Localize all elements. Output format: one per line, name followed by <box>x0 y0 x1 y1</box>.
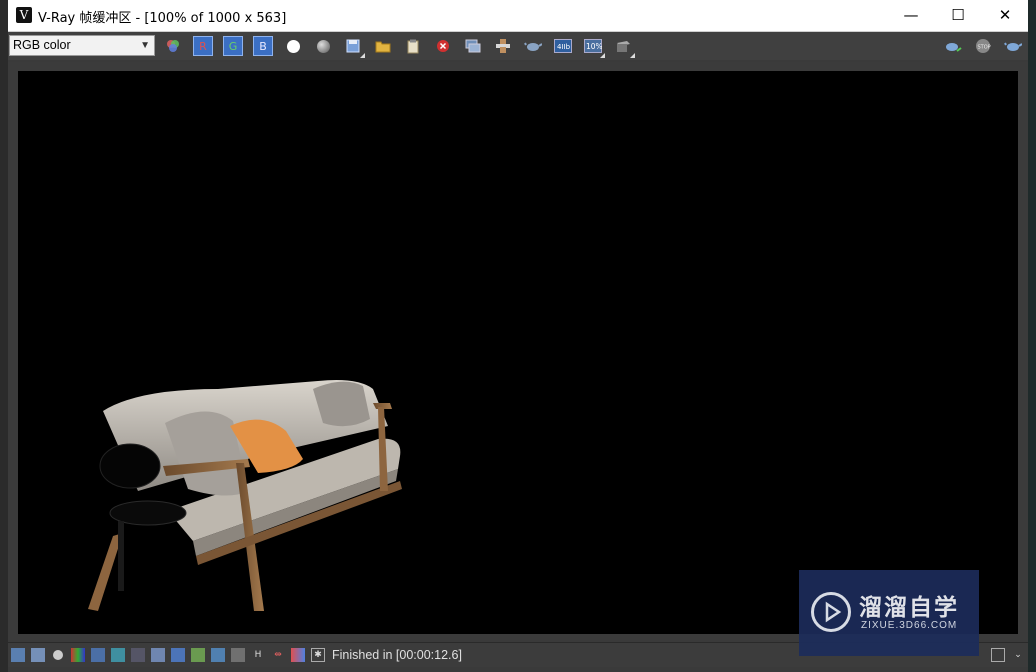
pixel-info-icon[interactable] <box>613 36 635 58</box>
close-button[interactable]: ✕ <box>982 0 1028 31</box>
render-status-text: Finished in [00:00:12.6] <box>332 648 462 662</box>
render-last-icon[interactable] <box>1003 36 1023 56</box>
toolbar: RGB color ▼ R G B 4IIb 10% STOP <box>8 32 1028 60</box>
mono-circle-icon[interactable] <box>313 36 333 56</box>
channel-select-value: RGB color <box>13 38 71 52</box>
minimize-button[interactable]: — <box>888 0 934 31</box>
exposure-icon[interactable] <box>91 648 105 662</box>
layers-icon[interactable] <box>11 648 25 662</box>
svg-text:4IIb: 4IIb <box>557 43 571 51</box>
white-circle-icon[interactable] <box>283 36 303 56</box>
histogram-icon[interactable] <box>131 648 145 662</box>
compare-icon[interactable]: ⇹ <box>271 648 285 662</box>
pixel-aspect-icon[interactable]: ✱ <box>311 648 325 662</box>
white-balance-icon[interactable] <box>111 648 125 662</box>
region-render-icon[interactable] <box>493 36 513 56</box>
window-title: V-Ray 帧缓冲区 - [100% of 1000 x 563] <box>38 11 287 26</box>
teapot-icon[interactable] <box>523 36 543 56</box>
color-correction-icon[interactable] <box>71 648 85 662</box>
history-icon[interactable] <box>31 648 45 662</box>
stop-render-icon[interactable]: STOP <box>973 36 993 56</box>
zoom-percent-icon[interactable]: 10% <box>583 36 605 58</box>
green-channel-button[interactable]: G <box>223 36 243 56</box>
watermark-url: ZIXUE.3D66.COM <box>861 620 958 631</box>
levels-icon[interactable] <box>171 648 185 662</box>
rendered-image <box>18 71 1018 634</box>
lut-correction-icon[interactable] <box>211 648 225 662</box>
curves-icon[interactable] <box>151 648 165 662</box>
expand-down-icon[interactable]: ⌄ <box>1011 648 1025 662</box>
info-icon[interactable] <box>51 648 65 662</box>
save-icon[interactable] <box>343 36 365 58</box>
svg-text:STOP: STOP <box>978 45 991 51</box>
chevron-down-icon: ▼ <box>140 40 150 51</box>
red-channel-button[interactable]: R <box>193 36 213 56</box>
vray-logo-icon: V <box>16 7 32 23</box>
svg-text:10%: 10% <box>586 42 602 51</box>
render-viewport[interactable] <box>8 62 1028 640</box>
clear-stop-icon[interactable] <box>433 36 453 56</box>
render-teapot-icon[interactable] <box>943 36 963 56</box>
ocio-icon[interactable] <box>231 648 245 662</box>
clipboard-icon[interactable] <box>403 36 423 56</box>
lut-icon[interactable]: 4IIb <box>553 36 573 56</box>
watermark-title: 溜溜自学 <box>859 595 959 621</box>
color-palette-icon[interactable] <box>163 36 183 56</box>
background-app-right <box>1028 0 1036 672</box>
maximize-button[interactable]: ☐ <box>935 0 981 31</box>
title-bar[interactable]: V V-Ray 帧缓冲区 - [100% of 1000 x 563] — ☐ … <box>8 0 1028 32</box>
play-logo-icon <box>811 592 851 632</box>
watermark-overlay: 溜溜自学 ZIXUE.3D66.COM <box>799 570 979 656</box>
channel-select[interactable]: RGB color ▼ <box>9 35 155 56</box>
background-image-icon[interactable] <box>191 648 205 662</box>
open-folder-icon[interactable] <box>373 36 393 56</box>
track-mouse-icon[interactable] <box>463 36 483 56</box>
sofa-render <box>88 380 402 611</box>
ab-compare-icon[interactable] <box>291 648 305 662</box>
blue-channel-button[interactable]: B <box>253 36 273 56</box>
restore-panel-icon[interactable] <box>991 648 1005 662</box>
h-icon[interactable]: H <box>251 648 265 662</box>
